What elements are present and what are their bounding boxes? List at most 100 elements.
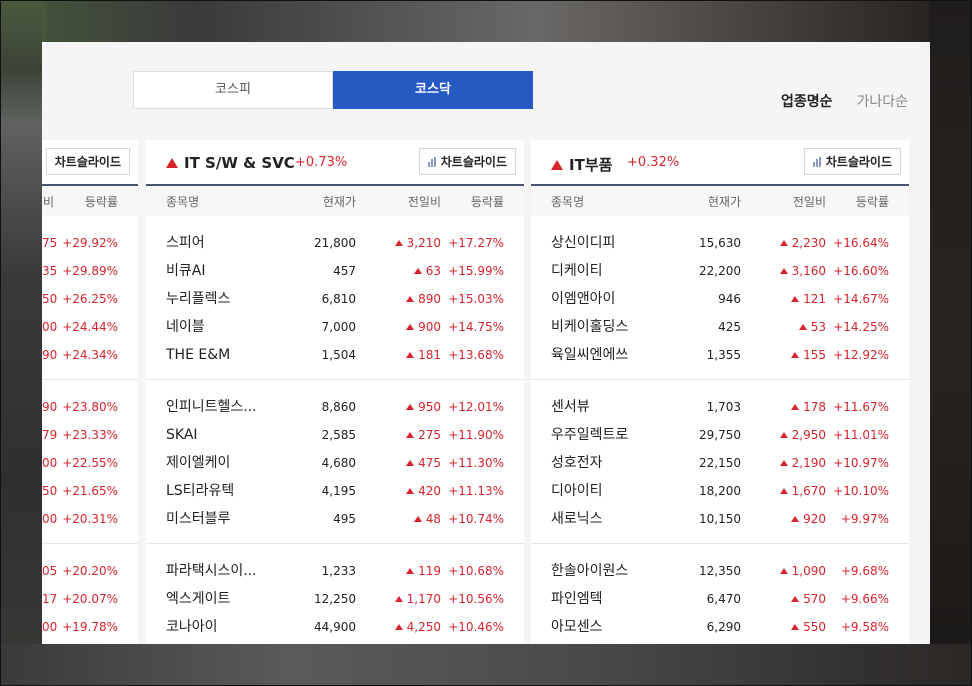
stock-change: 3,160 — [746, 257, 826, 285]
stock-name[interactable]: 파인엠텍 — [551, 585, 603, 613]
sector-title[interactable]: IT부품 — [551, 154, 612, 175]
stock-row[interactable]: 아모센스 6,290 550 +9.58% — [531, 613, 909, 641]
stock-row[interactable]: 우주일렉트로 29,750 2,950 +11.01% — [531, 421, 909, 449]
stock-name[interactable]: 아모센스 — [551, 613, 603, 641]
stock-name[interactable]: 비큐AI — [166, 257, 205, 285]
stock-row[interactable]: 35 +29.89% — [42, 257, 138, 285]
tab-kospi[interactable]: 코스피 — [133, 71, 333, 109]
stock-name[interactable]: 비케이홀딩스 — [551, 313, 628, 341]
stock-name[interactable]: 육일씨엔에쓰 — [551, 341, 628, 369]
stock-row[interactable]: LS티라유텍 4,195 420 +11.13% — [146, 477, 524, 505]
stock-row[interactable]: 90 +23.80% — [42, 393, 138, 421]
stock-name[interactable]: 코나아이 — [166, 613, 218, 641]
stock-change-partial: 00 — [42, 320, 58, 334]
up-triangle-icon — [791, 296, 800, 302]
chart-slide-label: 차트슬라이드 — [440, 155, 507, 169]
chart-slide-button[interactable]: 차트슬라이드 — [803, 148, 901, 175]
stock-row[interactable]: 50 +21.65% — [42, 477, 138, 505]
up-triangle-icon — [413, 516, 422, 522]
stock-row[interactable]: 네이블 7,000 900 +14.75% — [146, 313, 524, 341]
stock-name[interactable]: THE E&M — [166, 341, 230, 369]
stock-name[interactable]: 미스터블루 — [166, 505, 230, 533]
stock-price: 1,355 — [706, 348, 741, 362]
column-name: 종목명 — [166, 195, 200, 209]
chart-slide-button[interactable]: 차트슬라이드 — [45, 148, 130, 175]
stock-row[interactable]: 파인엠텍 6,470 570 +9.66% — [531, 585, 909, 613]
stock-row[interactable]: 이엠앤아이 946 121 +14.67% — [531, 285, 909, 313]
stock-row[interactable]: 엑스게이트 12,250 1,170 +10.56% — [146, 585, 524, 613]
stock-name[interactable]: LS티라유텍 — [166, 477, 234, 505]
stock-row[interactable]: SKAI 2,585 275 +11.90% — [146, 421, 524, 449]
stock-name[interactable]: 누리플렉스 — [166, 285, 230, 313]
stock-change-partial: 17 — [42, 592, 58, 606]
stock-row[interactable]: THE E&M 1,504 181 +13.68% — [146, 341, 524, 369]
stock-name[interactable]: 새로닉스 — [551, 505, 603, 533]
stock-name[interactable]: 성호전자 — [551, 449, 603, 477]
tab-kosdaq[interactable]: 코스닥 — [333, 71, 533, 109]
stock-row[interactable]: 육일씨엔에쓰 1,355 155 +12.92% — [531, 341, 909, 369]
stock-name[interactable]: 제이엘케이 — [166, 449, 230, 477]
stock-name[interactable]: 스피어 — [166, 229, 205, 257]
stock-row[interactable]: 성호전자 22,150 2,190 +10.97% — [531, 449, 909, 477]
up-triangle-icon — [779, 460, 788, 466]
stock-name[interactable]: 디케이티 — [551, 257, 603, 285]
stock-row[interactable]: 90 +24.34% — [42, 341, 138, 369]
stock-row[interactable]: 미스터블루 495 48 +10.74% — [146, 505, 524, 533]
stock-change: 48 — [361, 505, 441, 533]
stock-row[interactable]: 비케이홀딩스 425 53 +14.25% — [531, 313, 909, 341]
stock-rate: +13.68% — [448, 348, 504, 362]
stock-row[interactable]: 50 +26.25% — [42, 285, 138, 313]
stock-row[interactable]: 디케이티 22,200 3,160 +16.60% — [531, 257, 909, 285]
stock-row[interactable]: 상신이디피 15,630 2,230 +16.64% — [531, 229, 909, 257]
stock-row[interactable]: 00 +19.78% — [42, 613, 138, 641]
stock-change: 4,250 — [361, 613, 441, 641]
stock-row[interactable]: 17 +20.07% — [42, 585, 138, 613]
stock-name[interactable]: SKAI — [166, 421, 198, 449]
stock-name[interactable]: 인피니트헬스... — [166, 393, 257, 421]
up-triangle-icon — [779, 488, 788, 494]
sector-panel-it-sw-svc: IT S/W & SVC +0.73% 차트슬라이드 종목명 현재가 전일비 등… — [146, 140, 524, 644]
stock-name[interactable]: 한솔아이원스 — [551, 557, 628, 585]
stock-rate: +10.10% — [833, 484, 889, 498]
stock-name[interactable]: 네이블 — [166, 313, 205, 341]
sort-by-sector[interactable]: 업종명순 — [781, 91, 833, 111]
stock-rate: +11.30% — [448, 456, 504, 470]
stock-name[interactable]: 파라택시스이... — [166, 557, 257, 585]
stock-row[interactable]: 00 +20.31% — [42, 505, 138, 533]
sort-by-alphabet[interactable]: 가나다순 — [856, 91, 908, 111]
stock-row[interactable]: 디아이티 18,200 1,670 +10.10% — [531, 477, 909, 505]
stock-row[interactable]: 코나아이 44,900 4,250 +10.46% — [146, 613, 524, 641]
stock-name[interactable]: 우주일렉트로 — [551, 421, 628, 449]
column-header: 비 등락률 — [42, 186, 138, 216]
chart-slide-button[interactable]: 차트슬라이드 — [418, 148, 516, 175]
sector-title[interactable]: IT S/W & SVC — [166, 154, 295, 172]
stock-name[interactable]: 센서뷰 — [551, 393, 590, 421]
stock-group: 90 +23.80% 79 +23.33% 00 +22.55% 50 +21.65% 00 +2… — [42, 380, 138, 544]
stock-name[interactable]: 엑스게이트 — [166, 585, 230, 613]
stock-row[interactable]: 00 +24.44% — [42, 313, 138, 341]
stock-name[interactable]: 디아이티 — [551, 477, 603, 505]
stock-row[interactable]: 스피어 21,800 3,210 +17.27% — [146, 229, 524, 257]
stock-row[interactable]: 제이엘케이 4,680 475 +11.30% — [146, 449, 524, 477]
stock-row[interactable]: 파라택시스이... 1,233 119 +10.68% — [146, 557, 524, 585]
stock-rate: +14.75% — [448, 320, 504, 334]
stock-rate: +10.97% — [833, 456, 889, 470]
stock-rate: +26.25% — [62, 292, 118, 306]
stock-row[interactable]: 05 +20.20% — [42, 557, 138, 585]
stock-row[interactable]: 75 +29.92% — [42, 229, 138, 257]
stock-change: 1,170 — [361, 585, 441, 613]
stock-name[interactable]: 상신이디피 — [551, 229, 615, 257]
stock-row[interactable]: 한솔아이원스 12,350 1,090 +9.68% — [531, 557, 909, 585]
background-right — [930, 0, 972, 686]
column-header: 종목명 현재가 전일비 등락률 — [146, 186, 524, 216]
stock-row[interactable]: 새로닉스 10,150 920 +9.97% — [531, 505, 909, 533]
stock-row[interactable]: 79 +23.33% — [42, 421, 138, 449]
column-price: 현재가 — [322, 195, 356, 209]
stock-row[interactable]: 센서뷰 1,703 178 +11.67% — [531, 393, 909, 421]
stock-row[interactable]: 비큐AI 457 63 +15.99% — [146, 257, 524, 285]
stock-row[interactable]: 00 +22.55% — [42, 449, 138, 477]
stock-row[interactable]: 인피니트헬스... 8,860 950 +12.01% — [146, 393, 524, 421]
stock-name[interactable]: 이엠앤아이 — [551, 285, 615, 313]
stock-row[interactable]: 누리플렉스 6,810 890 +15.03% — [146, 285, 524, 313]
stock-rate: +10.46% — [448, 620, 504, 634]
